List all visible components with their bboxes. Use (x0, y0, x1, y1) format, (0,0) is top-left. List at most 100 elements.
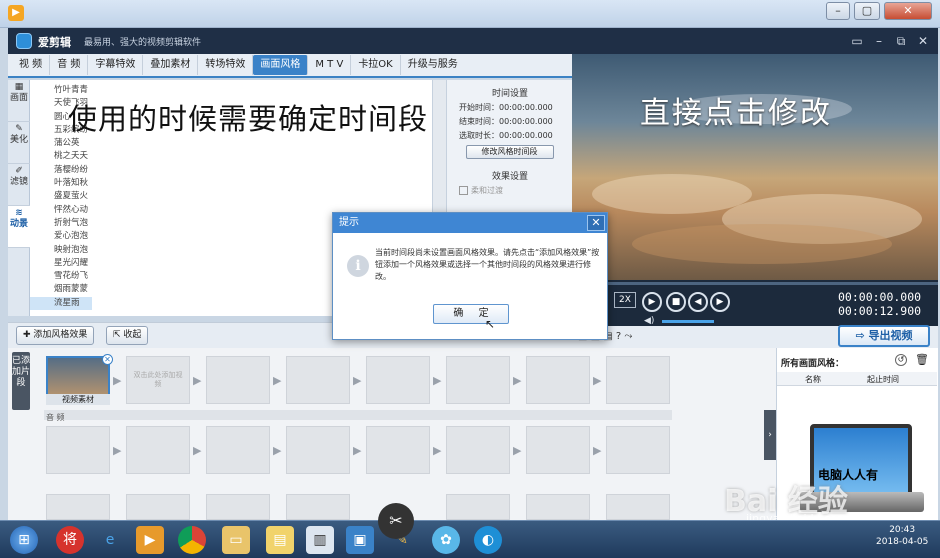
list-item-selected[interactable]: 流星雨 (30, 296, 92, 311)
audio-slot[interactable] (286, 494, 350, 520)
audio-slot[interactable] (46, 426, 110, 474)
next-frame-icon[interactable]: ▶ (710, 292, 730, 312)
maximize-button[interactable]: ▢ (854, 2, 880, 20)
panel-toggle-icon[interactable]: › (764, 410, 776, 460)
audio-slot[interactable] (126, 426, 190, 474)
audio-slot[interactable] (366, 426, 430, 474)
collapse-button[interactable]: ⇱ 收起 (106, 326, 149, 345)
audio-slot[interactable] (606, 494, 670, 520)
chevron-right-icon: ▶ (513, 444, 522, 457)
refresh-icon[interactable]: ↺ (895, 354, 907, 366)
current-time: 00:00:00.000 (838, 290, 922, 304)
audio-slot[interactable] (446, 494, 510, 520)
ie-browser-icon[interactable]: e (96, 526, 124, 554)
play-icon[interactable]: ▶ (642, 292, 662, 312)
modify-style-time-button[interactable]: 修改风格时间段 (465, 145, 554, 159)
minimize-button[interactable]: – (826, 2, 850, 20)
soft-transition-checkbox[interactable] (459, 186, 468, 195)
list-item[interactable]: 落樱纷纷 (30, 164, 92, 177)
notes-icon[interactable]: ▤ (266, 526, 294, 554)
tab-overlay[interactable]: 叠加素材 (143, 55, 199, 75)
side-category-tabs: ▦ 画面 ✎ 美化 ✐ 滤镜 ≋ 动景 (8, 80, 30, 316)
app-close-icon[interactable]: ✕ (914, 32, 932, 50)
audio-slot[interactable] (526, 426, 590, 474)
dialog-close-button[interactable]: ✕ (587, 215, 605, 231)
empty-clip-slot[interactable]: 双击此处添加视频 (126, 356, 190, 404)
remove-clip-icon[interactable]: ✕ (102, 354, 113, 365)
export-video-button[interactable]: ⇨ 导出视频 (838, 325, 930, 347)
tab-audio[interactable]: 音 频 (50, 55, 89, 75)
chevron-right-icon: ▶ (513, 374, 522, 387)
empty-clip-slot[interactable] (606, 356, 670, 404)
list-item[interactable]: 烟雨蒙蒙 (30, 283, 92, 296)
chevron-right-icon: ▶ (433, 374, 442, 387)
list-item[interactable]: 雪花纷飞 (30, 270, 92, 283)
media-player-icon[interactable]: ▶ (136, 526, 164, 554)
clip-name: 视频素材 (46, 394, 110, 405)
app-shortcut-icon[interactable]: 将 (56, 526, 84, 554)
browser-app-icon[interactable]: ◐ (474, 526, 502, 554)
speed-toggle[interactable]: 2X (614, 292, 636, 308)
tab-transition[interactable]: 转场特效 (198, 55, 254, 75)
end-time-field[interactable]: 00:00:00.000 (499, 117, 553, 126)
tab-style[interactable]: 画面风格 (253, 55, 309, 75)
audio-slot[interactable] (526, 494, 590, 520)
close-window-button[interactable]: ✕ (884, 2, 932, 20)
side-tab-dynamic[interactable]: ≋ 动景 (8, 206, 30, 248)
style-list-header: 名称 起止时间 (777, 372, 937, 386)
list-item[interactable]: 折射气泡 (30, 217, 92, 230)
total-time: 00:00:12.900 (838, 304, 922, 318)
main-tabs: 视 频 音 频 字幕特效 叠加素材 转场特效 画面风格 M T V 卡拉OK 升… (8, 54, 572, 78)
side-tab-filter[interactable]: ✐ 滤镜 (8, 164, 30, 206)
empty-clip-slot[interactable] (206, 356, 270, 404)
list-item[interactable]: 爱心泡泡 (30, 230, 92, 243)
audio-slot[interactable] (46, 494, 110, 520)
tab-karaoke[interactable]: 卡拉OK (351, 55, 401, 75)
audio-slot[interactable] (126, 494, 190, 520)
delete-icon[interactable]: 🗑 (915, 354, 929, 366)
audio-slot[interactable] (606, 426, 670, 474)
document-icon[interactable]: ▥ (306, 526, 334, 554)
list-item[interactable]: 叶落知秋 (30, 177, 92, 190)
chrome-icon[interactable] (178, 526, 206, 554)
outer-window-titlebar: ▶ – ▢ ✕ (0, 0, 940, 28)
side-tab-beautify[interactable]: ✎ 美化 (8, 122, 30, 164)
app-minimize-icon[interactable]: – (870, 32, 888, 50)
add-style-button[interactable]: ✚ 添加风格效果 (16, 326, 95, 345)
tab-video[interactable]: 视 频 (12, 55, 51, 75)
tab-upgrade[interactable]: 升级与服务 (401, 55, 465, 75)
chat-app-icon[interactable]: ✿ (432, 526, 460, 554)
audio-slot[interactable] (206, 426, 270, 474)
audio-slot[interactable] (446, 426, 510, 474)
tab-mtv[interactable]: M T V (308, 55, 352, 75)
app-restore-icon[interactable]: ⧉ (892, 32, 910, 50)
side-tab-picture[interactable]: ▦ 画面 (8, 80, 30, 122)
list-item[interactable]: 星光闪耀 (30, 257, 92, 270)
empty-clip-slot[interactable] (446, 356, 510, 404)
audio-track-header (44, 410, 672, 420)
tab-subtitle[interactable]: 字幕特效 (88, 55, 144, 75)
volume-icon[interactable]: ◀) (644, 316, 654, 326)
list-item[interactable]: 蒲公英 (30, 137, 92, 150)
list-item[interactable]: 怦然心动 (30, 204, 92, 217)
explorer-icon[interactable]: ▭ (222, 526, 250, 554)
list-item[interactable]: 盛夏萤火 (30, 190, 92, 203)
prev-frame-icon[interactable]: ◀ (688, 292, 708, 312)
volume-slider[interactable] (662, 320, 714, 323)
stop-icon[interactable]: ■ (666, 292, 686, 312)
dialog-title: 提示 (333, 213, 607, 233)
empty-clip-slot[interactable] (286, 356, 350, 404)
settings-menu-icon[interactable]: ▭ (848, 32, 866, 50)
editor-app-icon[interactable]: ▣ (346, 526, 374, 554)
start-time-field[interactable]: 00:00:00.000 (499, 103, 553, 112)
empty-clip-slot[interactable] (526, 356, 590, 404)
dialog-ok-button[interactable]: 确 定 (433, 304, 509, 324)
list-item[interactable]: 映射泡泡 (30, 244, 92, 257)
start-button-icon[interactable]: ⊞ (10, 526, 38, 554)
list-item[interactable]: 桃之夭夭 (30, 150, 92, 163)
audio-slot[interactable] (286, 426, 350, 474)
progress-track[interactable] (572, 282, 938, 285)
scissors-icon[interactable]: ✂ (378, 503, 414, 539)
audio-slot[interactable] (206, 494, 270, 520)
empty-clip-slot[interactable] (366, 356, 430, 404)
